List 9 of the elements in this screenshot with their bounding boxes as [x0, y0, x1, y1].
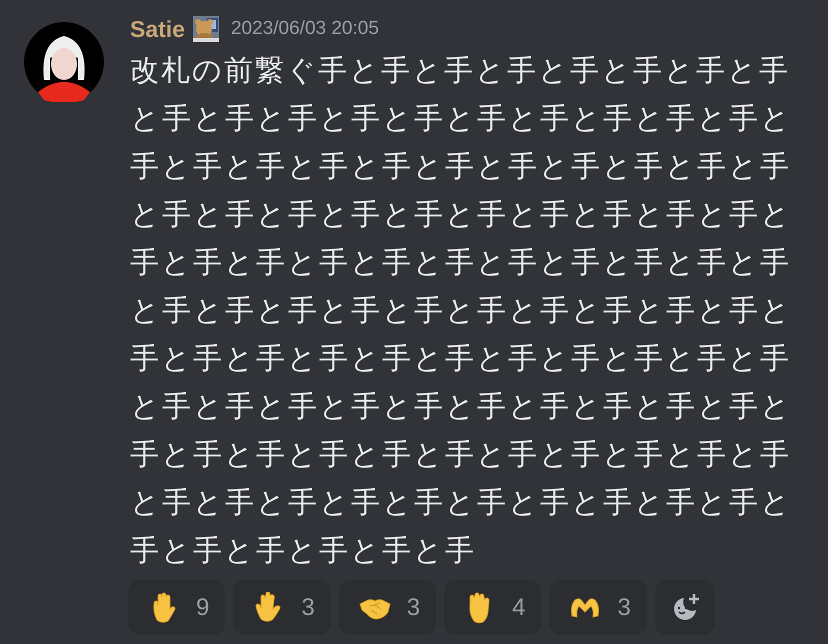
add-reaction-button[interactable] — [654, 580, 715, 635]
username[interactable]: Satie — [130, 16, 185, 42]
message-text: 改札の前繋ぐ手と手と手と手と手と手と手と手と手と手と手と手と手と手と手と手と手と手と手と手と手と手と手と手と手と手と手と手と手と手と手と手と手と手と手と手と手と手と手と手と手と手と手と手と手と手と手と手と手と手と手と手と手と手と手と手と手と手と手と手と手と手と手と手と手と手と手と手と手と手と手と手と手と手と手と手と手と手と手と手と手と手と手と手と手と手と手と手と手と手と手と手と手と手と手と手と手と手と手と手と手と手と手と手と手と手と手と手 — [130, 52, 793, 569]
reaction-button[interactable]: 3 — [233, 580, 331, 635]
reaction-button[interactable]: 3 — [549, 580, 647, 635]
timestamp: 2023/06/03 20:05 — [230, 18, 379, 40]
reaction-button[interactable]: 3 — [338, 580, 436, 635]
reaction-button[interactable]: 4 — [444, 580, 542, 635]
reaction-button[interactable]: 9 — [128, 580, 226, 635]
